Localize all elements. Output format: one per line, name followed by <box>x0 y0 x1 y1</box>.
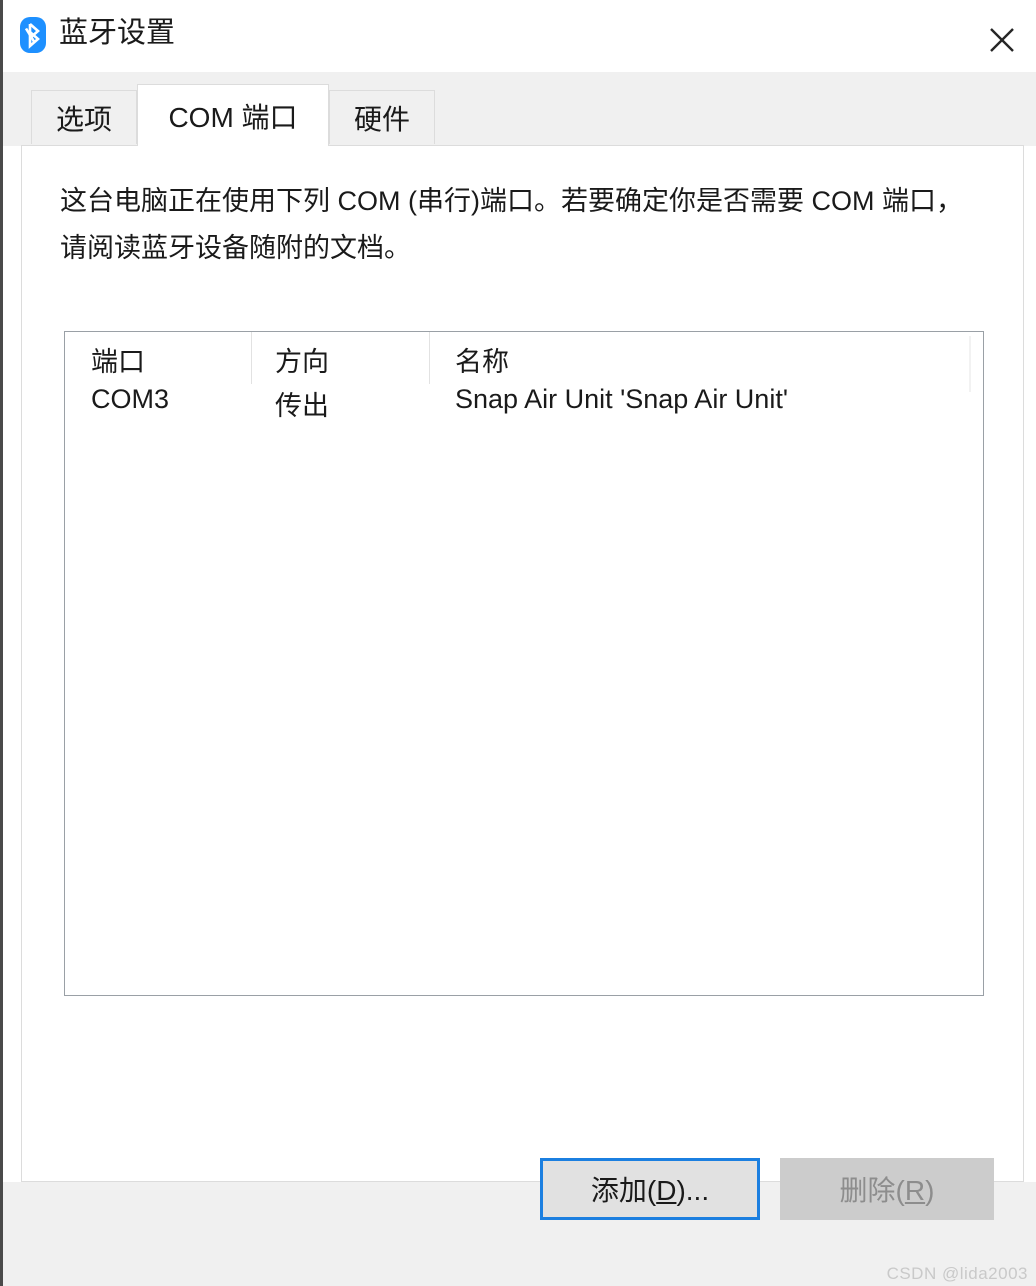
description-text: 这台电脑正在使用下列 COM (串行)端口。若要确定你是否需要 COM 端口，请… <box>60 186 963 263</box>
close-icon[interactable] <box>965 0 1036 62</box>
listview-header: 端口 方向 名称 <box>65 332 983 392</box>
cell-direction: 传出 <box>275 391 329 421</box>
add-button[interactable]: 添加(D)... <box>540 1158 760 1220</box>
column-header-direction[interactable]: 方向 <box>275 340 329 379</box>
tab-label: 硬件 <box>353 103 410 135</box>
watermark: CSDN @lida2003 <box>886 1264 1028 1283</box>
cell-name: Snap Air Unit 'Snap Air Unit' <box>455 384 788 414</box>
tab-hardware[interactable]: 硬件 <box>329 90 435 144</box>
title-bar: 蓝牙设置 <box>3 0 1036 72</box>
table-row[interactable]: COM3 传出 Snap Air Unit 'Snap Air Unit' <box>65 384 983 430</box>
remove-button-label: 删除(R) <box>839 1175 935 1206</box>
column-header-name[interactable]: 名称 <box>455 340 509 379</box>
bluetooth-icon <box>17 16 49 54</box>
tab-label: 选项 <box>55 103 112 135</box>
bluetooth-settings-dialog: 蓝牙设置 选项 COM 端口 硬件 这台电脑正在使用下列 COM (串行)端口。… <box>0 0 1036 1286</box>
add-button-label: 添加(D)... <box>590 1175 710 1206</box>
tab-label: COM 端口 <box>168 101 298 133</box>
column-separator[interactable] <box>429 332 430 384</box>
remove-button: 删除(R) <box>780 1158 994 1220</box>
com-ports-listview[interactable]: 端口 方向 名称 COM3 传出 Snap Air Unit 'Snap Air… <box>64 331 984 996</box>
cell-port: COM3 <box>91 384 170 414</box>
page-title: 蓝牙设置 <box>59 17 176 49</box>
tab-com-ports[interactable]: COM 端口 <box>137 84 329 146</box>
tab-panel-com-ports: 这台电脑正在使用下列 COM (串行)端口。若要确定你是否需要 COM 端口，请… <box>21 145 1024 1220</box>
listview-rows: COM3 传出 Snap Air Unit 'Snap Air Unit' <box>65 384 983 430</box>
column-header-port[interactable]: 端口 <box>91 340 145 379</box>
column-separator[interactable] <box>251 332 252 384</box>
tab-bar: 选项 COM 端口 硬件 <box>3 72 1036 146</box>
tab-options[interactable]: 选项 <box>31 90 137 144</box>
